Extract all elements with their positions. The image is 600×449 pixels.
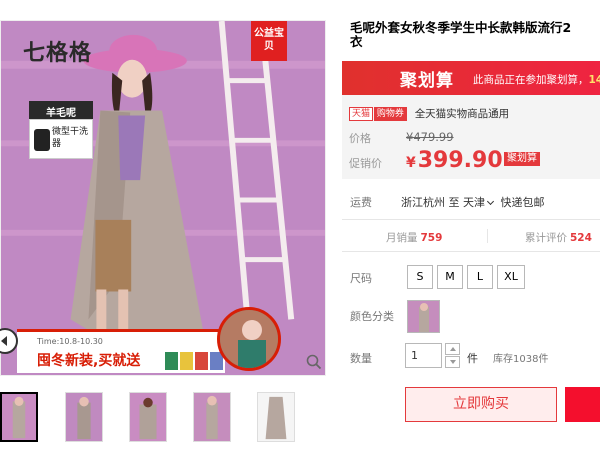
thumbnail-3[interactable] xyxy=(129,392,167,442)
shipping-origin: 浙江杭州 xyxy=(401,196,445,209)
coupon-row[interactable]: 天猫 购物券 全天猫实物商品通用 xyxy=(349,107,509,121)
juhuasuan-note-text: 此商品正在参加聚划算， xyxy=(473,74,589,86)
dryer-icon xyxy=(34,129,50,151)
thumbnail-strip xyxy=(0,392,300,444)
juhuasuan-note: 此商品正在参加聚划算，144 xyxy=(473,72,600,87)
buy-now-button[interactable]: 立即购买 xyxy=(405,387,557,422)
coupon-tag: 购物券 xyxy=(373,107,407,121)
chevron-down-icon xyxy=(486,197,495,206)
shipping-label: 运费 xyxy=(350,196,372,209)
model-inset-image xyxy=(217,307,281,371)
brand-logo: 七格格 xyxy=(23,40,93,66)
thumbnail-5[interactable] xyxy=(257,392,295,442)
quantity-input[interactable]: 1 xyxy=(405,343,442,368)
add-to-cart-button[interactable] xyxy=(565,387,600,422)
tmall-tag: 天猫 xyxy=(349,107,374,121)
coupon-text: 全天猫实物商品通用 xyxy=(414,108,510,120)
zoom-icon[interactable] xyxy=(306,354,322,370)
main-product-image[interactable]: 七格格 公益宝贝 羊毛呢 微型干洗器 Time:10.8-10.30 囤冬新装,… xyxy=(0,20,326,376)
thumbnail-4[interactable] xyxy=(193,392,231,442)
promo-title: 囤冬新装,买就送 xyxy=(37,353,141,369)
quantity-decrease-button[interactable] xyxy=(445,356,460,368)
quantity-increase-button[interactable] xyxy=(445,343,460,355)
price-box: 天猫 购物券 全天猫实物商品通用 价格 ¥479.99 促销价 ¥399.90 … xyxy=(342,95,600,179)
monthly-sales-value: 759 xyxy=(420,232,443,244)
stats-divider xyxy=(487,229,488,243)
promo-date: Time:10.8-10.30 xyxy=(37,337,103,346)
prev-image-button[interactable] xyxy=(0,328,18,354)
quantity-label: 数量 xyxy=(350,352,372,365)
product-title: 毛呢外套女秋冬季学生中长款韩版流行2 衣 xyxy=(350,21,600,49)
promo-banner: Time:10.8-10.30 囤冬新装,买就送 xyxy=(17,329,225,373)
sale-price: ¥399.90 xyxy=(406,148,503,173)
original-price: ¥479.99 xyxy=(406,130,454,144)
shipping-destination[interactable]: 天津 xyxy=(463,196,497,209)
size-label: 尺码 xyxy=(350,272,372,285)
review-count-label: 累计评价 xyxy=(525,232,567,244)
thumbnail-2[interactable] xyxy=(65,392,103,442)
sales-stats: 月销量 759 累计评价 524 xyxy=(342,219,600,252)
gift-bags-icon xyxy=(165,352,223,370)
stock-count: 库存1038件 xyxy=(493,354,549,365)
sale-price-label: 促销价 xyxy=(349,157,382,170)
shipping-info: 浙江杭州 至 天津 快递包邮 xyxy=(401,194,545,210)
shipping-method: 快递包邮 xyxy=(500,196,545,209)
juhuasuan-bar: 聚划算 此商品正在参加聚划算，144 xyxy=(342,61,600,95)
gift-tag: 微型干洗器 xyxy=(29,119,93,159)
quantity-unit: 件 xyxy=(467,352,478,365)
size-option-xl[interactable]: XL xyxy=(497,265,525,289)
destination-label: 天津 xyxy=(463,196,485,209)
juhuasuan-note-count: 144 xyxy=(588,74,600,86)
product-title-line2: 衣 xyxy=(350,34,363,49)
review-count[interactable]: 累计评价 524 xyxy=(525,230,592,245)
original-price-label: 价格 xyxy=(349,132,371,145)
color-label: 颜色分类 xyxy=(350,310,394,323)
shipping-to: 至 xyxy=(448,196,460,209)
juhuasuan-logo: 聚划算 xyxy=(400,71,454,91)
color-option-swatch[interactable] xyxy=(407,300,440,333)
juhuasuan-price-tag: 聚划算 xyxy=(504,152,540,166)
monthly-sales: 月销量 759 xyxy=(386,230,442,245)
gift-tag-label: 微型干洗器 xyxy=(52,127,89,149)
sale-price-value: 399.90 xyxy=(417,148,503,173)
play-left-icon xyxy=(1,336,7,346)
thumbnail-1[interactable] xyxy=(0,392,38,442)
product-title-line1: 毛呢外套女秋冬季学生中长款韩版流行2 xyxy=(350,20,572,35)
size-option-l[interactable]: L xyxy=(467,265,493,289)
size-option-m[interactable]: M xyxy=(437,265,463,289)
size-option-s[interactable]: S xyxy=(407,265,433,289)
charity-badge: 公益宝贝 xyxy=(251,21,287,61)
review-count-value: 524 xyxy=(570,232,592,244)
monthly-sales-label: 月销量 xyxy=(386,232,418,244)
currency-symbol: ¥ xyxy=(406,155,416,171)
